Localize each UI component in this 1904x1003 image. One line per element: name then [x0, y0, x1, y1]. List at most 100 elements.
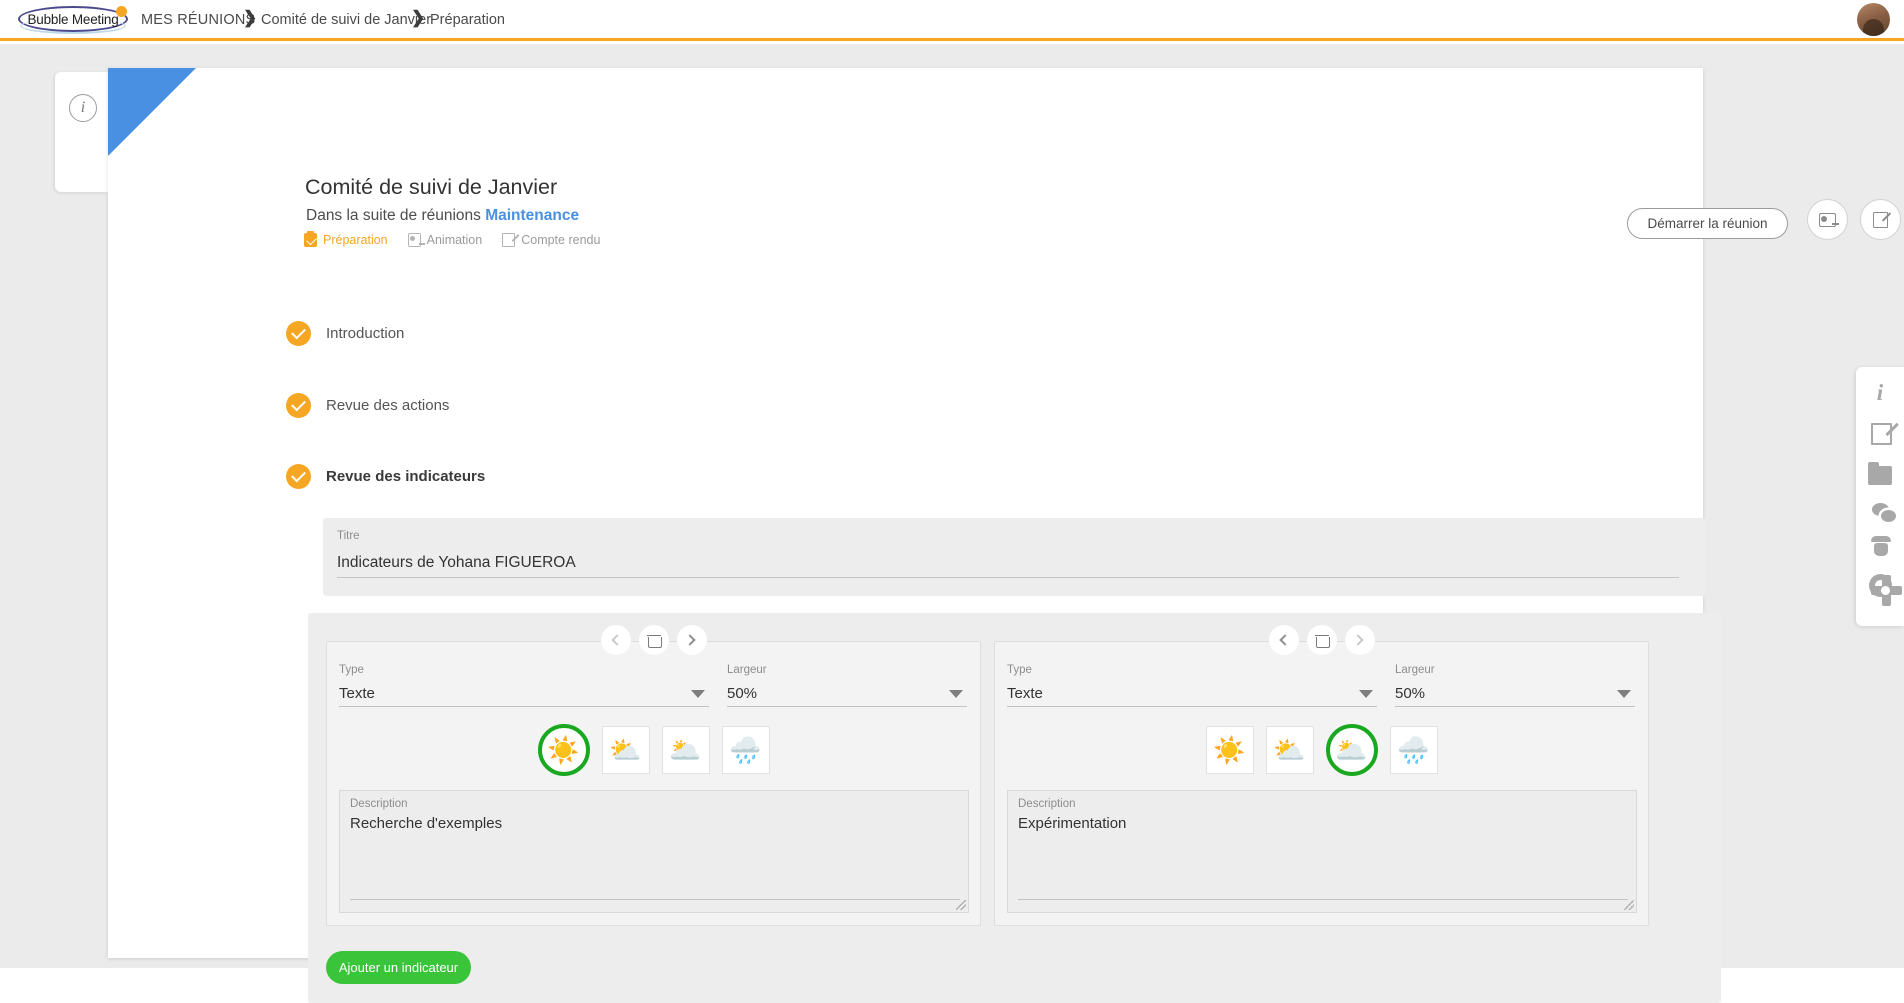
weather-option-rain[interactable]: 🌧️ — [1389, 726, 1438, 774]
presentation-icon — [1819, 212, 1839, 227]
clipboard-check-icon — [304, 231, 317, 247]
indicators-panel: Type Texte Largeur 50% ☀️ ⛅ 🌥️ 🌧️ Descri… — [308, 613, 1721, 1003]
agenda-item-label: Revue des indicateurs — [326, 468, 486, 485]
tab-preparation-label: Préparation — [323, 233, 388, 247]
weather-option-sun[interactable]: ☀️ — [1205, 726, 1254, 774]
chevron-left-icon — [1279, 634, 1291, 646]
description-underline — [1018, 899, 1628, 900]
meeting-card: Comité de suivi de Janvier Dans la suite… — [108, 68, 1901, 1003]
cloud-with-rain-icon: 🌧️ — [1397, 735, 1430, 765]
tab-compte-rendu[interactable]: Compte rendu — [502, 233, 600, 247]
tab-animation-label: Animation — [426, 233, 483, 247]
weather-option-sun[interactable]: ☀️ — [537, 724, 590, 776]
spy-icon[interactable] — [1870, 534, 1892, 556]
indicator-card: Type Texte Largeur 50% ☀️ ⛅ 🌥️ 🌧️ Descri… — [326, 625, 981, 926]
gear-icon[interactable] — [1869, 574, 1902, 606]
width-select[interactable]: 50% — [1395, 680, 1635, 707]
breadcrumb-separator-icon: ❯ — [411, 8, 426, 27]
phase-tabs: Préparation Animation Compte rendu — [304, 231, 600, 247]
type-select[interactable]: Texte — [1007, 680, 1377, 707]
suite-link[interactable]: Maintenance — [485, 207, 579, 224]
weather-option-cloudy[interactable]: 🌥️ — [661, 726, 710, 774]
cloud-with-rain-icon: 🌧️ — [729, 735, 762, 765]
agenda-item-revue-des-indicateurs[interactable]: Revue des indicateurs — [286, 464, 485, 489]
avatar[interactable] — [1857, 3, 1890, 36]
weather-option-rain[interactable]: 🌧️ — [721, 726, 770, 774]
presentation-mode-button[interactable] — [1807, 199, 1848, 240]
chevron-left-icon — [611, 634, 623, 646]
delete-indicator-button[interactable] — [1306, 625, 1337, 655]
chat-bubbles-icon[interactable] — [1871, 503, 1896, 522]
trash-icon — [646, 634, 662, 648]
indicator-card: Type Texte Largeur 50% ☀️ ⛅ 🌥️ 🌧️ Descri… — [994, 625, 1649, 926]
sun-behind-dark-cloud-icon: 🌥️ — [1335, 735, 1368, 765]
breadcrumb-current[interactable]: Préparation — [430, 12, 505, 28]
subtitle-prefix: Dans la suite de réunions — [306, 207, 486, 224]
sun-behind-cloud-icon: ⛅ — [1273, 735, 1306, 765]
sun-icon: ☀️ — [547, 735, 580, 765]
move-right-button[interactable] — [676, 625, 707, 655]
width-field: Largeur 50% — [1395, 664, 1635, 707]
breadcrumb-separator-icon: ❯ — [243, 8, 258, 27]
gear-center — [1881, 586, 1890, 595]
tab-preparation[interactable]: Préparation — [304, 231, 388, 247]
weather-option-partly-cloudy[interactable]: ⛅ — [1265, 726, 1314, 774]
info-icon[interactable]: i — [69, 94, 97, 122]
page-title: Comité de suivi de Janvier — [305, 175, 558, 199]
type-field: Type Texte — [339, 664, 709, 707]
description-underline — [350, 899, 960, 900]
sun-behind-dark-cloud-icon: 🌥️ — [669, 735, 702, 765]
description-field: Description Expérimentation — [1007, 790, 1637, 913]
info-icon[interactable]: i — [1867, 381, 1893, 405]
chevron-right-icon — [1352, 634, 1364, 646]
start-meeting-button[interactable]: Démarrer la réunion — [1627, 208, 1788, 239]
tab-animation[interactable]: Animation — [407, 233, 483, 247]
move-left-button[interactable] — [600, 625, 631, 655]
width-field: Largeur 50% — [727, 664, 967, 707]
type-field-label: Type — [1007, 664, 1032, 676]
description-textarea[interactable]: Recherche d'exemples — [350, 815, 960, 895]
agenda-item-revue-des-actions[interactable]: Revue des actions — [286, 393, 449, 418]
width-select[interactable]: 50% — [727, 680, 967, 707]
logo-text: Bubble Meeting — [27, 11, 119, 27]
app-logo[interactable]: Bubble Meeting — [18, 1, 136, 37]
description-textarea[interactable]: Expérimentation — [1018, 815, 1628, 895]
corner-flag-decoration — [108, 68, 196, 156]
report-button[interactable] — [1860, 199, 1901, 240]
move-right-button[interactable] — [1344, 625, 1375, 655]
check-circle-icon[interactable] — [286, 393, 311, 418]
right-sidebar: i — [1856, 367, 1904, 626]
folder-icon[interactable] — [1868, 462, 1892, 485]
breadcrumb-meeting[interactable]: Comité de suivi de Janvier — [261, 12, 431, 28]
check-circle-icon[interactable] — [286, 321, 311, 346]
indicator-toolbar — [1268, 625, 1375, 655]
delete-indicator-button[interactable] — [638, 625, 669, 655]
left-info-tab[interactable]: i — [55, 72, 108, 192]
report-edit-icon — [1873, 211, 1888, 228]
resize-handle[interactable] — [1624, 900, 1634, 910]
top-navigation-bar: Bubble Meeting MES RÉUNIONS ❯ Comité de … — [0, 0, 1904, 41]
type-select[interactable]: Texte — [339, 680, 709, 707]
width-field-label: Largeur — [727, 664, 767, 676]
sun-icon: ☀️ — [1213, 735, 1246, 765]
edit-document-icon[interactable] — [1870, 423, 1892, 445]
title-field-label: Titre — [337, 530, 360, 542]
description-label: Description — [1018, 798, 1076, 810]
tab-compte-rendu-label: Compte rendu — [521, 233, 601, 247]
resize-handle[interactable] — [956, 900, 966, 910]
logo-dot-icon — [116, 6, 127, 17]
description-label: Description — [350, 798, 408, 810]
weather-option-cloudy[interactable]: 🌥️ — [1325, 724, 1378, 776]
title-input[interactable] — [337, 548, 1679, 578]
move-left-button[interactable] — [1268, 625, 1299, 655]
agenda-item-introduction[interactable]: Introduction — [286, 321, 404, 346]
check-circle-icon[interactable] — [286, 464, 311, 489]
trash-icon — [1314, 634, 1330, 648]
description-field: Description Recherche d'exemples — [339, 790, 969, 913]
weather-selector: ☀️ ⛅ 🌥️ 🌧️ — [995, 724, 1648, 776]
weather-selector: ☀️ ⛅ 🌥️ 🌧️ — [327, 724, 980, 776]
weather-option-partly-cloudy[interactable]: ⛅ — [601, 726, 650, 774]
agenda-item-label: Revue des actions — [326, 397, 450, 414]
chevron-right-icon — [684, 634, 696, 646]
breadcrumb-root[interactable]: MES RÉUNIONS — [141, 12, 255, 28]
